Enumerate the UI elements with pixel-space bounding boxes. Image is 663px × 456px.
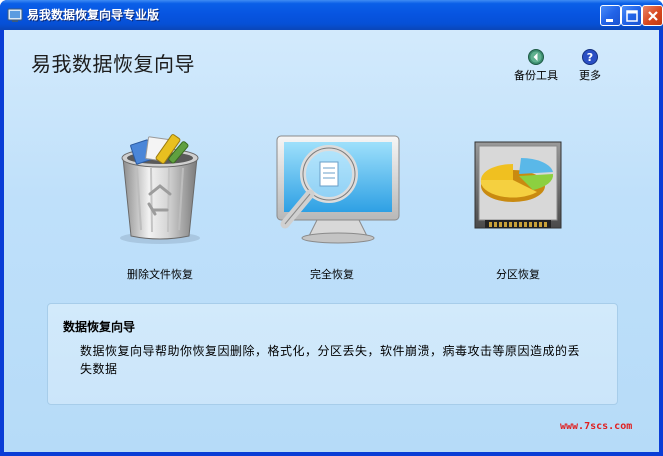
app-window: 易我数据恢复向导专业版 易我数据恢复向导 备份工具 ? 更多 删除文件恢复 完全… xyxy=(0,0,663,456)
description-text: 数据恢复向导帮助你恢复因删除，格式化，分区丢失，软件崩溃，病毒攻击等原因造成的丢… xyxy=(80,344,581,376)
more-button[interactable]: ? 更多 xyxy=(574,48,606,83)
close-icon xyxy=(648,11,658,21)
partition-recovery-button[interactable]: 分区恢复 xyxy=(438,128,598,281)
deleted-file-recovery-label: 删除文件恢复 xyxy=(127,268,193,281)
app-icon xyxy=(7,8,23,22)
maximize-icon xyxy=(626,10,638,22)
description-title: 数据恢复向导 xyxy=(63,320,136,334)
description-panel: 数据恢复向导 数据恢复向导帮助你恢复因删除，格式化，分区丢失，软件崩溃，病毒攻击… xyxy=(47,303,618,405)
maximize-button[interactable] xyxy=(621,5,642,26)
watermark-text: www.7scs.com xyxy=(560,421,633,432)
title-bar[interactable]: 易我数据恢复向导专业版 xyxy=(0,0,663,30)
recycle-bin-icon xyxy=(120,134,200,244)
main-panel: 易我数据恢复向导 备份工具 ? 更多 删除文件恢复 完全恢复 分区恢复 数据恢复… xyxy=(4,30,659,452)
monitor-magnifier-icon xyxy=(276,135,400,244)
close-button[interactable] xyxy=(642,5,663,26)
deleted-file-recovery-button[interactable]: 删除文件恢复 xyxy=(80,128,240,281)
backup-tools-label: 备份工具 xyxy=(514,69,558,82)
window-frame-bottom xyxy=(0,452,663,456)
window-title: 易我数据恢复向导专业版 xyxy=(27,8,160,22)
full-recovery-button[interactable]: 完全恢复 xyxy=(252,128,412,281)
app-heading: 易我数据恢复向导 xyxy=(31,52,195,76)
partition-recovery-label: 分区恢复 xyxy=(496,268,540,281)
more-label: 更多 xyxy=(579,69,601,82)
help-icon: ? xyxy=(582,49,598,65)
full-recovery-label: 完全恢复 xyxy=(310,268,354,281)
minimize-button[interactable] xyxy=(600,5,621,26)
hard-drive-pie-icon xyxy=(474,141,562,229)
minimize-icon xyxy=(606,19,613,22)
backup-tools-button[interactable]: 备份工具 xyxy=(512,48,560,83)
svg-text:?: ? xyxy=(587,51,593,64)
backup-arrow-icon xyxy=(528,49,544,65)
